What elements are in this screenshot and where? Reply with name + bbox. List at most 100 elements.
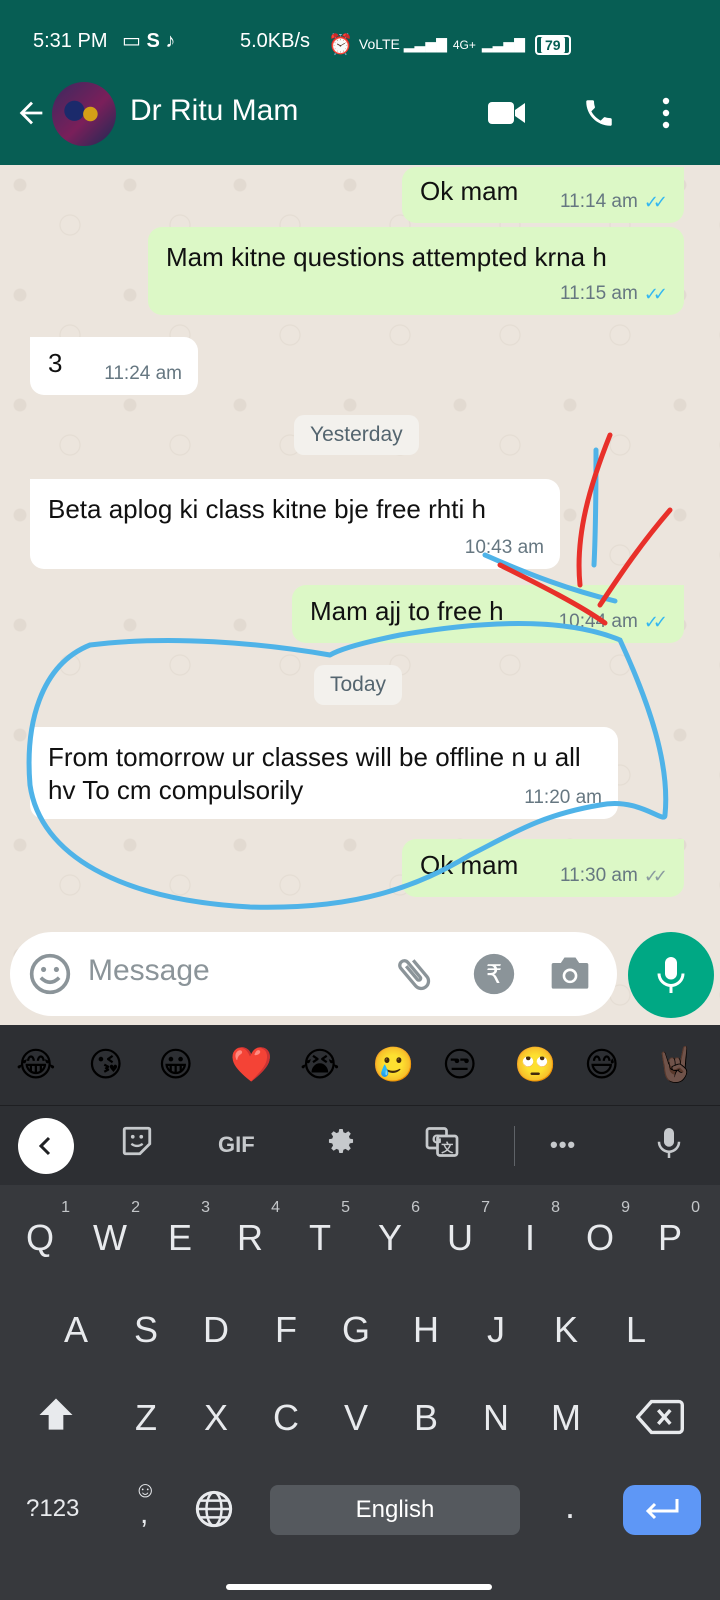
emoji-suggestion[interactable]: 😂: [16, 1045, 56, 1085]
contact-name[interactable]: Dr Ritu Mam: [130, 94, 298, 128]
emoji-suggestion[interactable]: 🙄: [514, 1045, 556, 1085]
enter-arrow-icon: [645, 1499, 679, 1520]
key-u[interactable]: U7: [430, 1199, 490, 1259]
payment-rupee-icon[interactable]: ₹: [472, 952, 516, 996]
mic-icon: [657, 957, 685, 993]
emoji-suggestion[interactable]: 😀: [158, 1045, 193, 1085]
emoji-suggestion[interactable]: 🥲: [372, 1045, 414, 1085]
globe-icon[interactable]: [194, 1489, 234, 1529]
voice-message-button[interactable]: [628, 932, 714, 1018]
symbols-key[interactable]: ?123: [26, 1495, 79, 1523]
key-o[interactable]: O9: [570, 1199, 630, 1259]
enter-key[interactable]: [623, 1485, 701, 1535]
svg-text:文: 文: [441, 1140, 454, 1155]
key-b[interactable]: B: [396, 1397, 456, 1439]
emoji-suggestion[interactable]: 😒: [442, 1045, 477, 1085]
message-meta: 10:43 am: [465, 537, 544, 559]
keyboard: 😂 😘 😀 ❤️ 😭 🥲 😒 🙄 😅 🤘🏿 GIF G 文 ••• Q 1 W …: [0, 1025, 720, 1600]
app-bar: 5:31 PM ▭ S ♪ 5.0KB/s ⏰ VoLTE ▂▃▅▇ 4G+ ▂…: [0, 0, 720, 165]
key-r[interactable]: R4: [220, 1199, 280, 1259]
key-c[interactable]: C: [256, 1397, 316, 1439]
video-call-icon[interactable]: [488, 98, 526, 128]
message-text: From tomorrow ur classes will be offline…: [48, 742, 581, 805]
key-j[interactable]: J: [466, 1309, 526, 1351]
period-key[interactable]: .: [540, 1485, 600, 1527]
date-chip-today: Today: [314, 665, 403, 705]
key-n[interactable]: N: [466, 1397, 526, 1439]
key-p[interactable]: P0: [640, 1199, 700, 1259]
emoji-suggestion[interactable]: 😘: [88, 1045, 123, 1085]
key-l[interactable]: L: [606, 1309, 666, 1351]
read-ticks-icon: ✓✓: [643, 191, 668, 212]
system-icons: ⏰ VoLTE ▂▃▅▇ 4G+ ▂▃▅▇ 79: [328, 32, 571, 57]
key-a[interactable]: A: [46, 1309, 106, 1351]
settings-gear-icon[interactable]: [324, 1124, 358, 1158]
key-m[interactable]: M: [536, 1397, 596, 1439]
network-speed: 5.0KB/s: [240, 30, 311, 52]
key-z[interactable]: Z: [116, 1397, 176, 1439]
read-ticks-icon: ✓✓: [643, 283, 668, 304]
emoji-suggestion-row: 😂 😘 😀 ❤️ 😭 🥲 😒 🙄 😅 🤘🏿: [0, 1025, 720, 1105]
chat-area[interactable]: Ok mam 11:14 am ✓✓ Mam kitne questions at…: [0, 165, 720, 1025]
emoji-suggestion[interactable]: 🤘🏿: [654, 1045, 696, 1085]
message-input[interactable]: [88, 954, 348, 988]
key-x[interactable]: X: [186, 1397, 246, 1439]
message-meta: 11:14 am ✓✓: [560, 191, 668, 213]
message-text: Mam kitne questions attempted krna h: [166, 242, 607, 272]
key-w[interactable]: W2: [80, 1199, 140, 1259]
attach-icon[interactable]: [392, 952, 436, 996]
message-composer: ₹: [10, 932, 617, 1016]
key-g[interactable]: G: [326, 1309, 386, 1351]
emoji-suggestion[interactable]: ❤️: [230, 1045, 272, 1085]
message-time: 11:20 am: [524, 787, 602, 808]
message-meta: 11:30 am ✓✓: [560, 865, 668, 887]
message-time: 10:43 am: [464, 537, 544, 558]
status-bar: 5:31 PM ▭ S ♪ 5.0KB/s ⏰ VoLTE ▂▃▅▇ 4G+ ▂…: [0, 26, 720, 62]
back-arrow-icon[interactable]: [14, 96, 48, 130]
key-i[interactable]: I8: [500, 1199, 560, 1259]
message-in[interactable]: 3 11:24 am: [30, 337, 198, 395]
more-options-icon[interactable]: [656, 96, 676, 130]
keyboard-back-button[interactable]: [18, 1118, 74, 1174]
notification-icons: ▭ S ♪: [122, 30, 176, 52]
shift-icon[interactable]: [34, 1393, 78, 1437]
camera-icon[interactable]: [548, 952, 592, 996]
message-in[interactable]: Beta aplog ki class kitne bje free rhti …: [30, 479, 560, 569]
space-bar[interactable]: English: [270, 1485, 520, 1535]
key-s[interactable]: S: [116, 1309, 176, 1351]
message-out[interactable]: Ok mam 11:30 am ✓✓: [402, 839, 684, 897]
emoji-suggestion[interactable]: 😭: [300, 1045, 340, 1085]
emoji-suggestion[interactable]: 😅: [584, 1045, 619, 1085]
chevron-left-icon: [38, 1136, 51, 1156]
signal-icon: VoLTE ▂▃▅▇: [358, 36, 447, 52]
navigation-handle[interactable]: [226, 1584, 492, 1590]
message-meta: 11:24 am: [104, 363, 182, 385]
message-time: 10:44 am: [558, 611, 638, 632]
message-out[interactable]: Mam kitne questions attempted krna h 11:…: [148, 227, 684, 315]
key-t[interactable]: T5: [290, 1199, 350, 1259]
sticker-icon[interactable]: [120, 1124, 154, 1158]
contact-avatar[interactable]: [52, 82, 116, 146]
key-f[interactable]: F: [256, 1309, 316, 1351]
message-in[interactable]: From tomorrow ur classes will be offline…: [30, 727, 618, 819]
translate-icon[interactable]: G 文: [424, 1124, 460, 1160]
key-d[interactable]: D: [186, 1309, 246, 1351]
voice-call-icon[interactable]: [582, 96, 616, 130]
key-h[interactable]: H: [396, 1309, 456, 1351]
keyboard-toolbar: GIF G 文 •••: [0, 1105, 720, 1185]
message-out[interactable]: Ok mam 11:14 am ✓✓: [402, 167, 684, 223]
date-chip-yesterday: Yesterday: [294, 415, 419, 455]
key-v[interactable]: V: [326, 1397, 386, 1439]
emoji-icon[interactable]: [28, 952, 72, 996]
key-y[interactable]: Y6: [360, 1199, 420, 1259]
key-k[interactable]: K: [536, 1309, 596, 1351]
toolbar-divider: [514, 1126, 515, 1166]
backspace-icon[interactable]: [636, 1397, 684, 1437]
message-out[interactable]: Mam ajj to free h 10:44 am ✓✓: [292, 585, 684, 643]
voice-input-mic-icon[interactable]: [654, 1124, 684, 1162]
gif-button[interactable]: GIF: [218, 1132, 255, 1158]
key-q[interactable]: Q1: [10, 1199, 70, 1259]
key-e[interactable]: E3: [150, 1199, 210, 1259]
more-tools-button[interactable]: •••: [550, 1132, 576, 1158]
battery-icon: 79: [534, 34, 571, 55]
